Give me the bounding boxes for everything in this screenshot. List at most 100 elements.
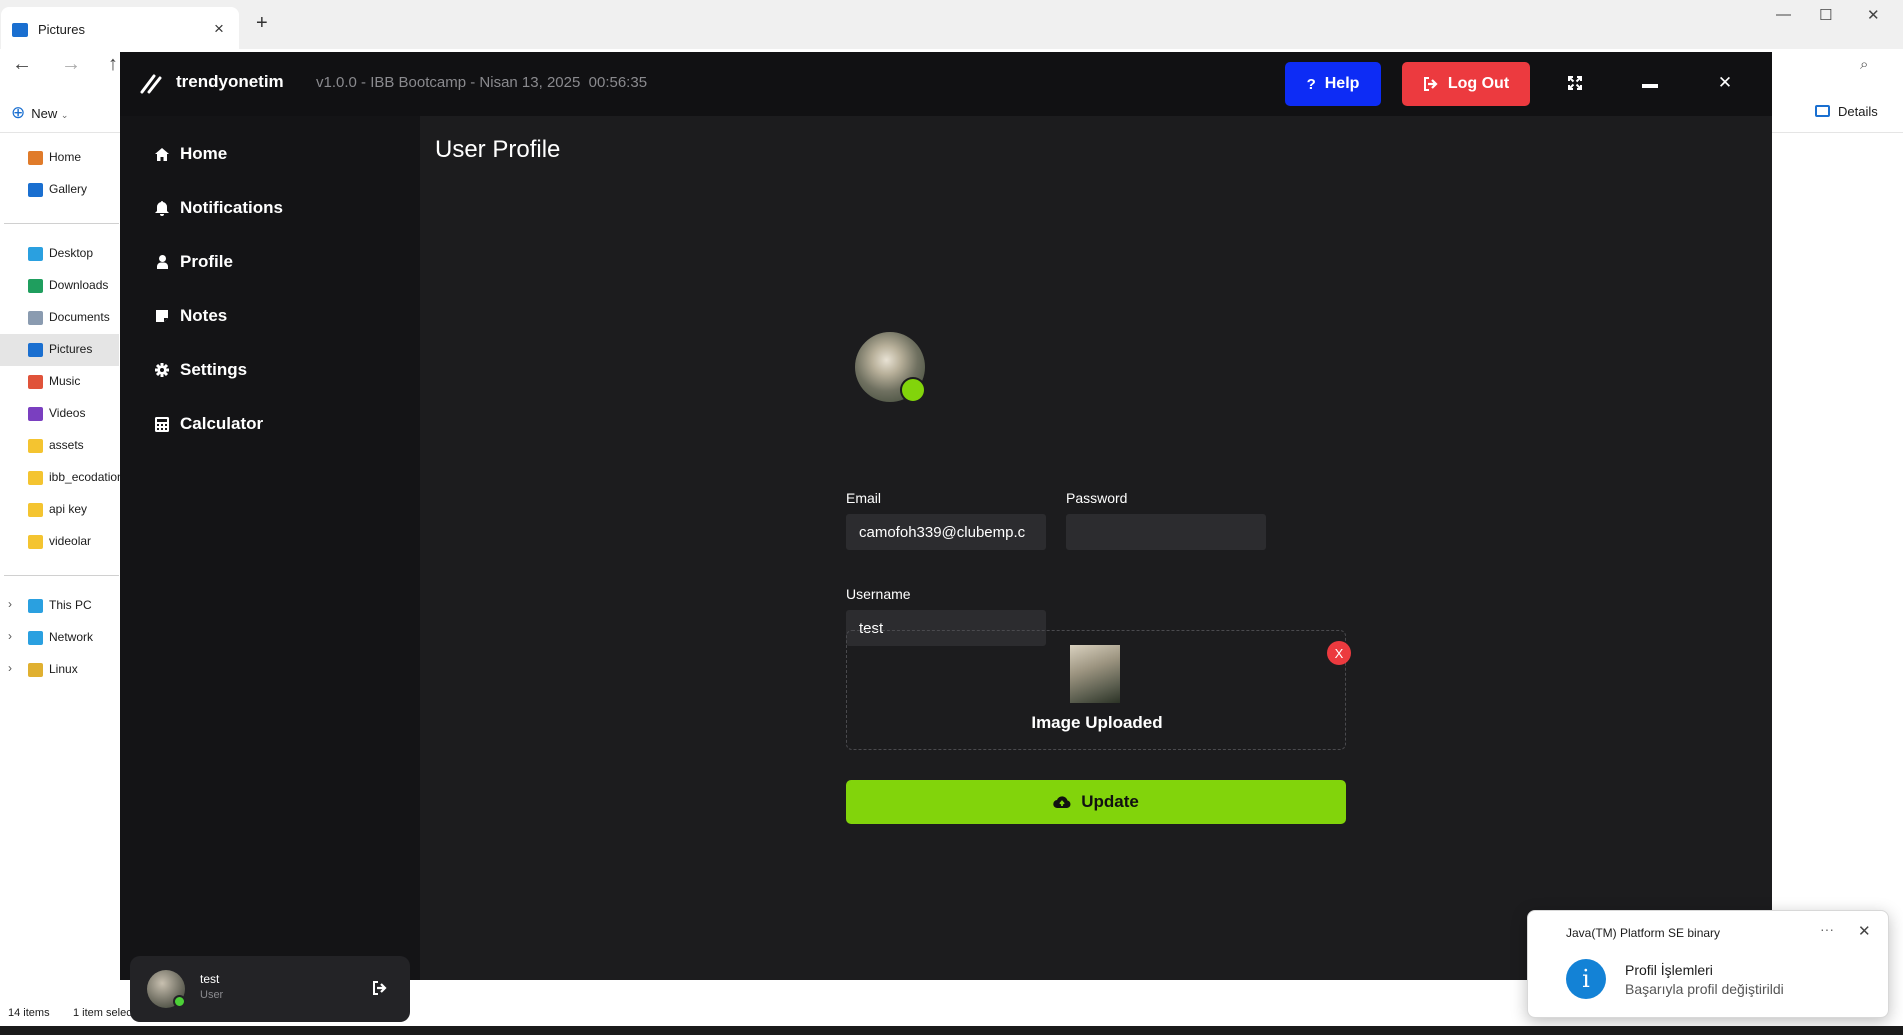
note-icon [154, 308, 170, 324]
image-upload-dropzone[interactable]: Image Uploaded [846, 630, 1346, 750]
sidebar-item-gallery[interactable]: Gallery [0, 174, 119, 206]
sidebar-item-assets[interactable]: assets [0, 430, 119, 462]
nav-item-profile[interactable]: Profile [154, 247, 233, 277]
toast-title: Profil İşlemleri [1625, 962, 1713, 978]
plus-icon: ⊕ [11, 103, 26, 122]
sign-out-icon [1423, 77, 1438, 91]
folder-icon [28, 439, 43, 453]
nav-item-notes[interactable]: Notes [154, 301, 227, 331]
nav-item-settings[interactable]: Settings [154, 355, 247, 385]
update-button[interactable]: Update [846, 780, 1346, 824]
help-button-label: Help [1324, 75, 1360, 92]
more-options-icon[interactable]: ··· [1820, 921, 1834, 937]
email-label: Email [846, 490, 882, 506]
toast-notification[interactable]: Java(TM) Platform SE binary ··· ✕ i Prof… [1527, 910, 1889, 1018]
gallery-icon [28, 183, 43, 197]
desktop-icon [28, 247, 43, 261]
maximize-icon[interactable]: ☐ [1819, 6, 1832, 24]
update-button-label: Update [1081, 792, 1139, 811]
nav-item-label: Notifications [180, 198, 283, 217]
sidebar-item-desktop[interactable]: Desktop [0, 238, 119, 270]
calculator-icon [154, 416, 170, 432]
nav-item-notifications[interactable]: Notifications [154, 193, 283, 223]
fullscreen-button[interactable] [1560, 68, 1590, 98]
nav-item-label: Calculator [180, 414, 264, 433]
new-button-label: New [31, 106, 58, 121]
toast-message: Başarıyla profil değiştirildi [1625, 981, 1784, 997]
app-window: trendyonetim v1.0.0 - IBB Bootcamp - Nis… [120, 52, 1772, 1022]
forward-icon[interactable]: → [61, 53, 81, 76]
sign-out-icon[interactable] [372, 981, 388, 995]
explorer-tab-bar: Pictures × + — ☐ ✕ [0, 0, 1903, 49]
sidebar-item-this-pc[interactable]: › This PC [0, 590, 119, 622]
cloud-upload-icon [1053, 796, 1071, 809]
sidebar-item-label: Pictures [49, 342, 93, 356]
up-icon[interactable]: ↑ [108, 53, 118, 76]
chevron-right-icon[interactable]: › [8, 661, 12, 675]
new-button[interactable]: ⊕ New ⌄ [11, 103, 68, 123]
app-sidebar: Home Notifications Profile Notes Settings Cal… [120, 116, 420, 1022]
uploaded-image-thumbnail [1070, 645, 1120, 703]
close-icon[interactable]: ✕ [1858, 922, 1871, 940]
online-status-dot [173, 995, 186, 1008]
videos-icon [28, 407, 43, 421]
remove-image-button[interactable]: X [1327, 641, 1351, 665]
help-button[interactable]: ? Help [1285, 62, 1381, 106]
close-window-icon[interactable]: ✕ [1867, 6, 1880, 24]
chevron-right-icon[interactable]: › [8, 629, 12, 643]
minimize-icon[interactable]: — [1776, 6, 1791, 23]
username-label: Username [846, 586, 911, 602]
minimize-app-button[interactable] [1635, 68, 1665, 98]
sidebar-item-network[interactable]: › Network [0, 622, 119, 654]
pictures-icon [12, 23, 28, 37]
close-app-button[interactable]: ✕ [1710, 68, 1740, 98]
back-icon[interactable]: ← [12, 53, 32, 76]
search-icon[interactable]: ⌕ [1860, 56, 1868, 73]
sidebar-item-videos[interactable]: Videos [0, 398, 119, 430]
sidebar-item-music[interactable]: Music [0, 366, 119, 398]
close-tab-icon[interactable]: × [214, 19, 224, 39]
sidebar-item-label: assets [49, 438, 84, 452]
sidebar-item-ibb-ecodation[interactable]: ibb_ecodation [0, 462, 124, 494]
bell-icon [154, 200, 170, 216]
sidebar-item-linux[interactable]: › Linux [0, 654, 119, 686]
sidebar-item-label: Home [49, 150, 82, 164]
nav-item-label: Settings [180, 360, 248, 379]
user-name: test [200, 972, 220, 986]
logout-button[interactable]: Log Out [1402, 62, 1530, 106]
page-title: User Profile [435, 136, 561, 163]
sidebar-item-label: ibb_ecodation [49, 470, 124, 484]
explorer-tab-title: Pictures [38, 22, 85, 37]
taskbar-edge [0, 1026, 1903, 1035]
chevron-right-icon[interactable]: › [8, 597, 12, 611]
logout-button-label: Log Out [1447, 75, 1510, 92]
upload-status-label: Image Uploaded [1031, 713, 1163, 732]
sidebar-item-api-key[interactable]: api key [0, 494, 119, 526]
sidebar-item-videolar[interactable]: videolar [0, 526, 119, 558]
sidebar-item-documents[interactable]: Documents [0, 302, 119, 334]
online-status-dot [900, 377, 926, 403]
app-name: trendyonetim [176, 72, 284, 91]
user-icon [154, 254, 170, 270]
app-titlebar: trendyonetim v1.0.0 - IBB Bootcamp - Nis… [120, 52, 1772, 116]
sidebar-item-pictures[interactable]: Pictures [0, 334, 119, 366]
new-tab-icon[interactable]: + [256, 12, 268, 35]
gear-icon [154, 362, 170, 378]
nav-item-home[interactable]: Home [154, 139, 227, 169]
nav-item-label: Home [180, 144, 228, 163]
remove-image-label: X [1334, 645, 1344, 661]
nav-item-label: Profile [180, 252, 233, 271]
details-button[interactable]: Details [1815, 104, 1878, 119]
sidebar-item-label: Network [49, 630, 94, 644]
email-field[interactable] [846, 514, 1046, 550]
nav-item-calculator[interactable]: Calculator [154, 409, 263, 439]
download-icon [28, 279, 43, 293]
password-field[interactable] [1066, 514, 1266, 550]
sidebar-item-home[interactable]: Home [0, 142, 119, 174]
nav-item-label: Notes [180, 306, 228, 325]
sidebar-item-downloads[interactable]: Downloads [0, 270, 119, 302]
explorer-tab[interactable]: Pictures × [1, 7, 239, 49]
sidebar-item-label: Downloads [49, 278, 109, 292]
folder-icon [28, 535, 43, 549]
sidebar-item-label: Linux [49, 662, 78, 676]
